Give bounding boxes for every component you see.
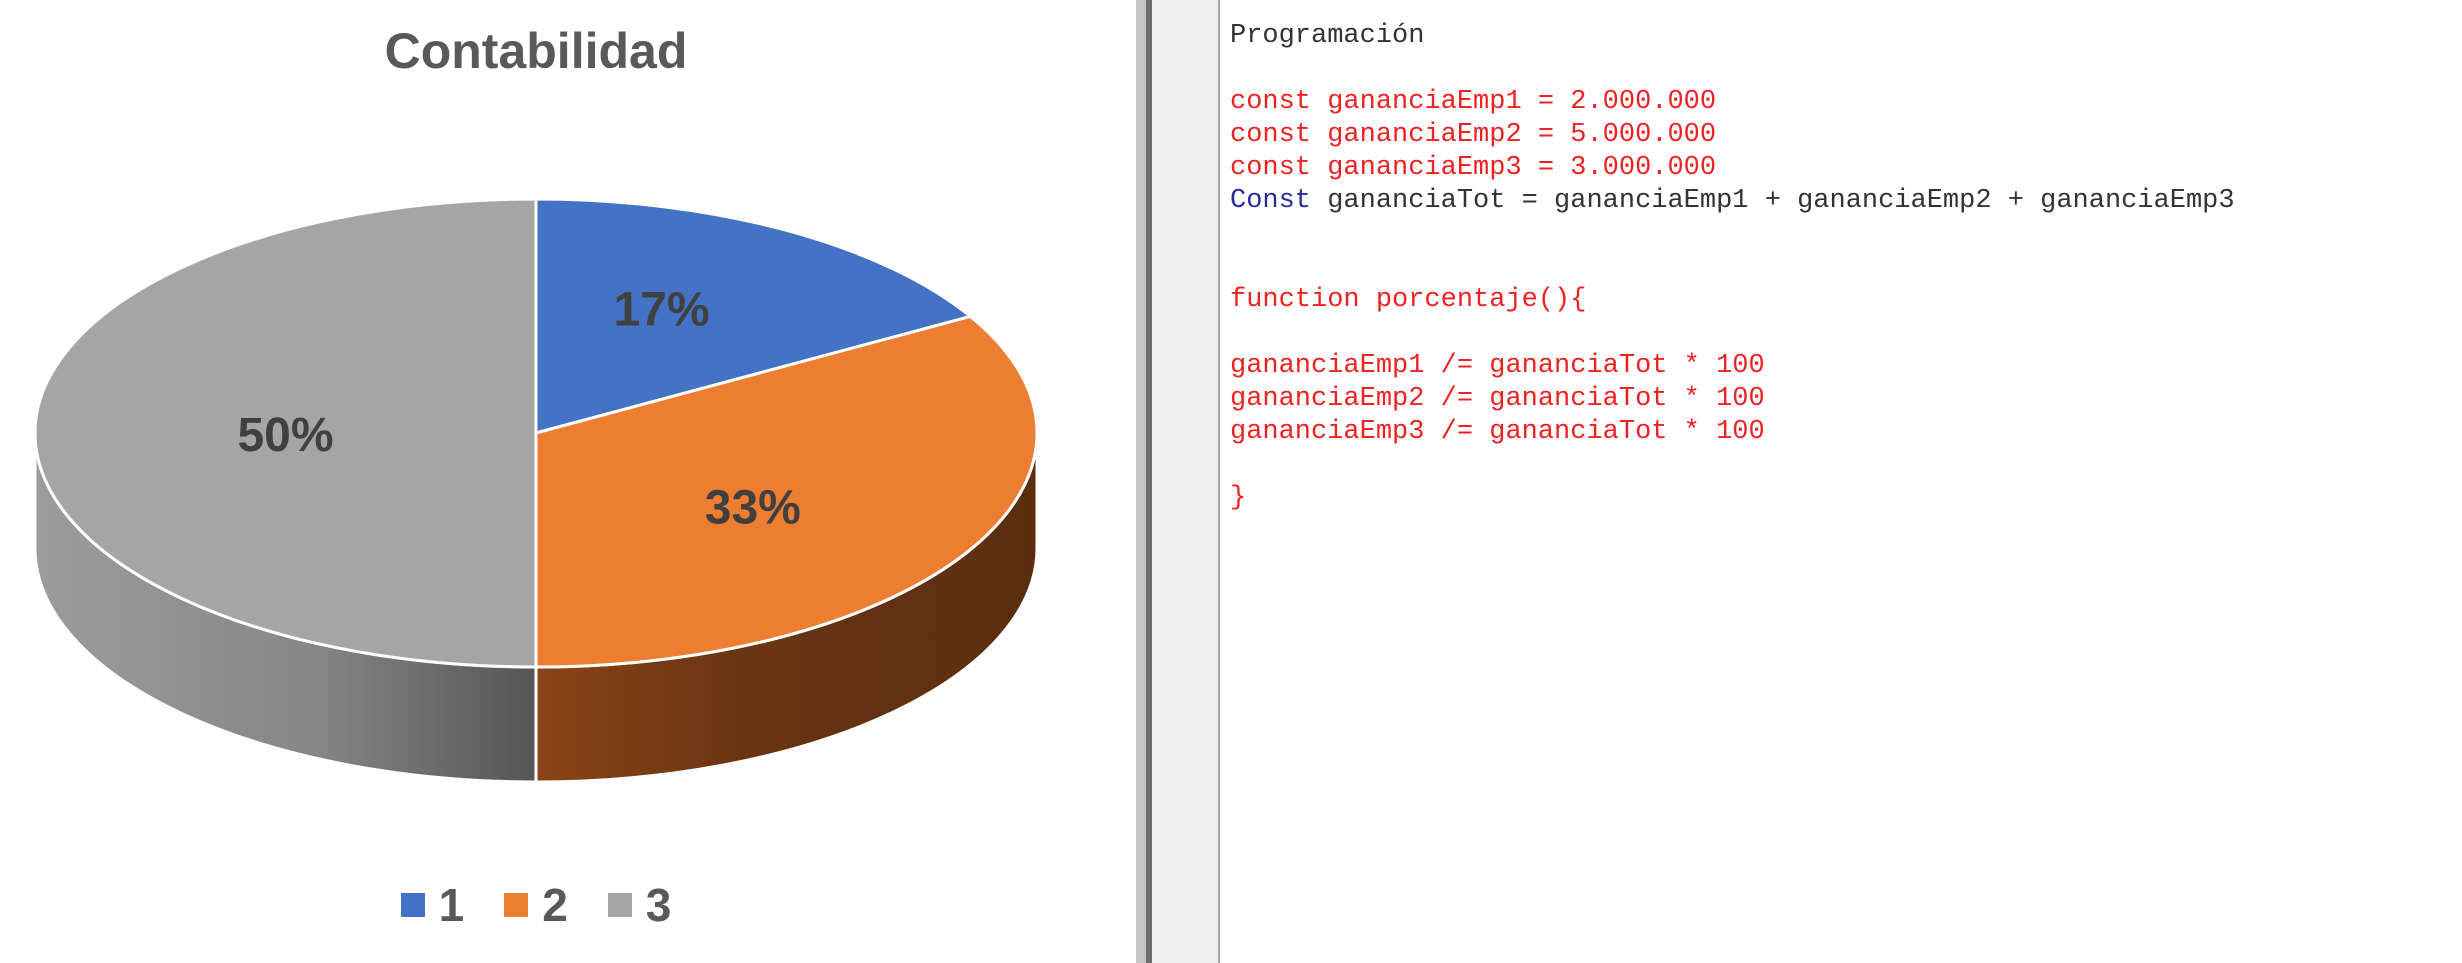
- legend-swatch: [504, 893, 529, 917]
- window-splitter[interactable]: [1136, 0, 1146, 963]
- code-line: gananciaEmp3 /= gananciaTot * 100: [1230, 417, 1765, 447]
- legend-item-1: 1: [400, 879, 465, 931]
- code-line: gananciaEmp2 /= gananciaTot * 100: [1230, 384, 1765, 414]
- chart-legend: 1 2 3: [0, 870, 1072, 940]
- code-line: const gananciaEmp2 = 5.000.000: [1230, 120, 1717, 150]
- legend-swatch: [400, 893, 425, 917]
- pie-chart: 17% 33% 50%: [33, 197, 1039, 784]
- code-line: gananciaEmp1 /= gananciaTot * 100: [1230, 351, 1765, 381]
- code-line: Programación: [1230, 21, 1425, 51]
- code-keyword: Const: [1230, 186, 1312, 216]
- data-label-1: 17%: [613, 283, 709, 336]
- legend-item-3: 3: [607, 879, 672, 931]
- data-label-3: 50%: [237, 409, 333, 462]
- legend-label: 1: [438, 879, 465, 931]
- code-expression: gananciaTot = gananciaEmp1 + gananciaEmp…: [1311, 186, 2235, 216]
- code-line: const gananciaEmp3 = 3.000.000: [1230, 153, 1717, 183]
- legend-label: 3: [645, 879, 672, 931]
- code-text-area[interactable]: Programación const gananciaEmp1 = 2.000.0…: [1230, 20, 2235, 515]
- pie-chart-panel: Contabilidad 17% 33% 50% 123: [0, 0, 1136, 963]
- code-line: function porcentaje(){: [1230, 285, 1587, 315]
- editor-line-gutter: [1152, 0, 1220, 963]
- code-editor[interactable]: Programación const gananciaEmp1 = 2.000.0…: [1220, 0, 2462, 963]
- legend-swatch: [607, 893, 632, 917]
- legend-item-2: 2: [504, 882, 568, 928]
- code-line: }: [1230, 483, 1247, 513]
- legend-label: 2: [542, 879, 568, 931]
- code-line: const gananciaEmp1 = 2.000.000: [1230, 87, 1717, 117]
- code-line: Const gananciaTot = gananciaEmp1 + ganan…: [1230, 185, 2235, 218]
- data-label-2: 33%: [705, 482, 801, 535]
